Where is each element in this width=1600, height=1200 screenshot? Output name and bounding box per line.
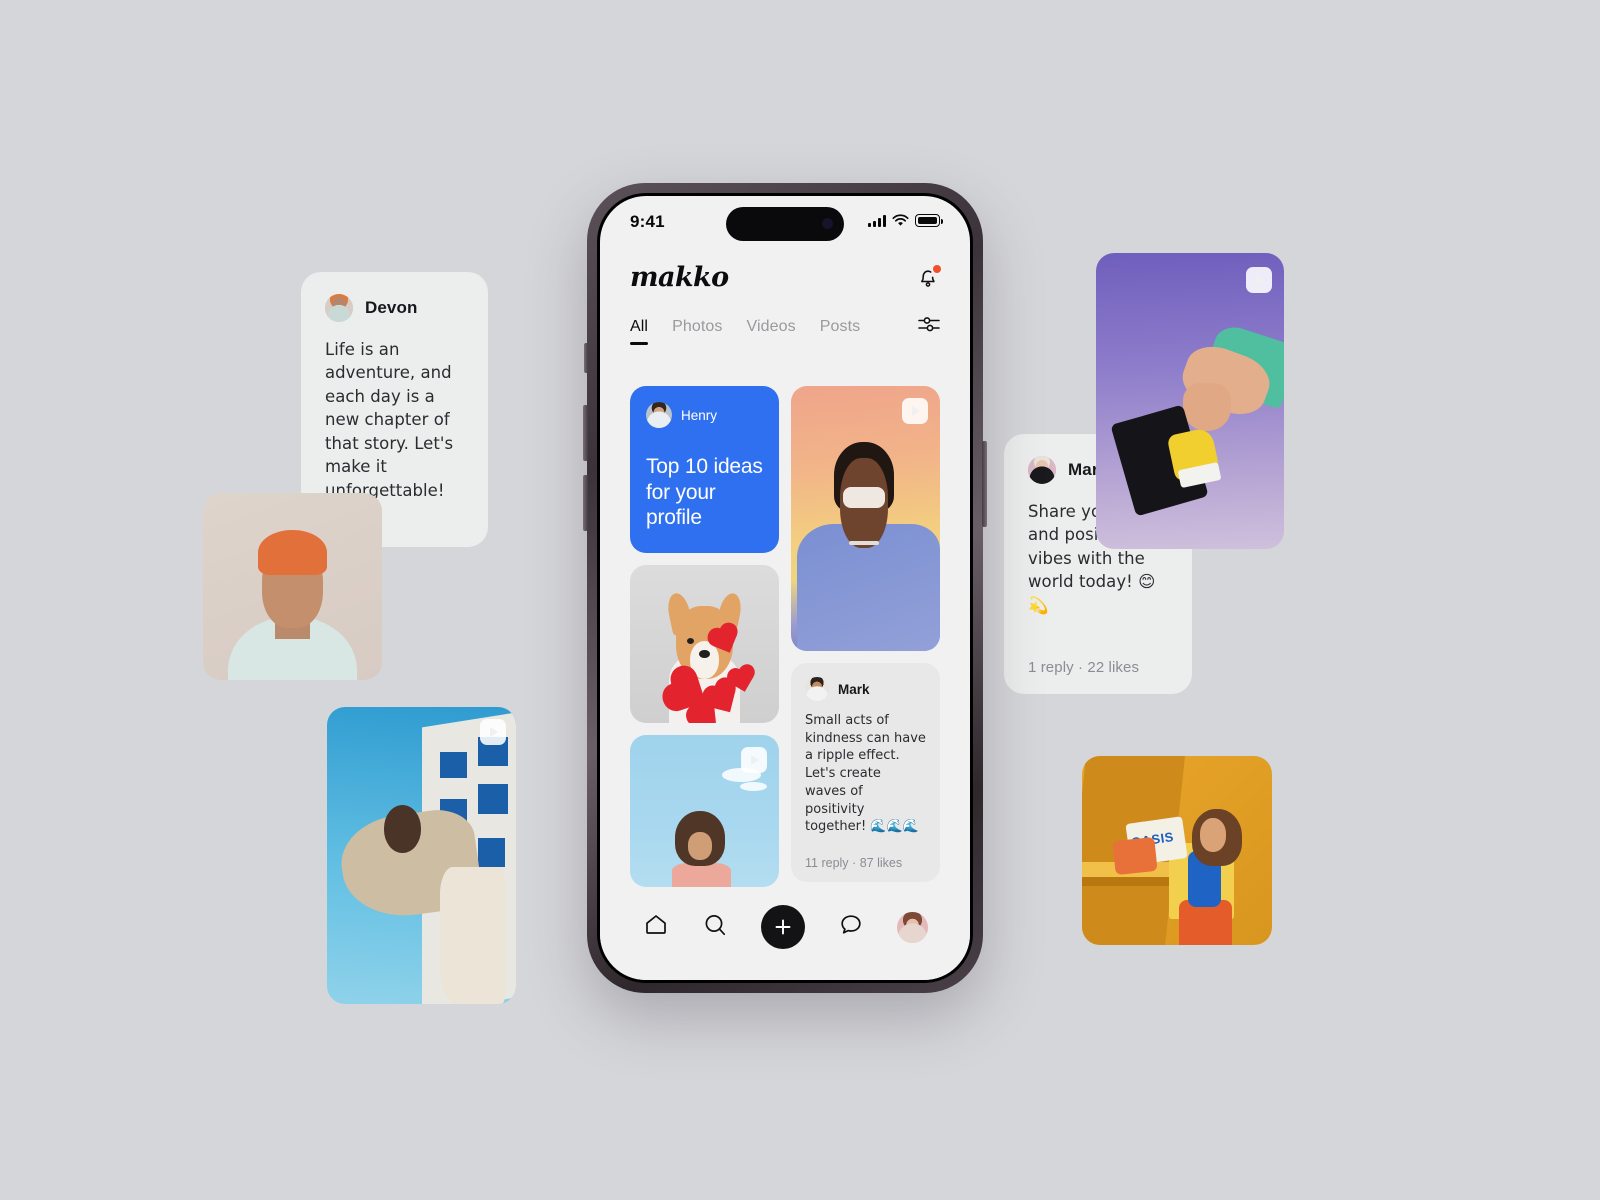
nav-home-button[interactable] xyxy=(643,912,669,942)
like-count: 22 likes xyxy=(1087,659,1140,677)
volume-up-button[interactable] xyxy=(583,405,588,461)
play-badge-icon xyxy=(1246,267,1272,293)
play-badge-icon xyxy=(741,747,767,773)
media-tile-orange-hair-portrait[interactable] xyxy=(203,493,382,680)
canvas: Devon Life is an adventure, and each day… xyxy=(0,0,1600,1200)
tab-bar: All Photos Videos Posts xyxy=(600,293,970,347)
tab-all[interactable]: All xyxy=(630,318,649,345)
mute-switch[interactable] xyxy=(584,343,588,373)
chat-bubble-icon xyxy=(840,915,861,934)
reply-count: 11 reply xyxy=(805,855,849,870)
promo-author-name: Henry xyxy=(681,407,718,423)
home-icon xyxy=(645,915,666,934)
avatar xyxy=(805,677,829,702)
avatar xyxy=(646,402,672,428)
wifi-icon xyxy=(892,214,909,226)
feed-comment-card-mark[interactable]: Mark Small acts of kindness can have a r… xyxy=(791,663,940,882)
sliders-filter-icon xyxy=(918,317,940,332)
nav-messages-button[interactable] xyxy=(838,912,864,942)
comment-text: Small acts of kindness can have a ripple… xyxy=(805,713,926,835)
meta-separator: · xyxy=(852,855,857,870)
nav-search-button[interactable] xyxy=(702,912,728,943)
media-tile-corgi-hearts[interactable] xyxy=(630,565,779,723)
status-bar: 9:41 xyxy=(600,196,970,250)
promo-card-top-10-ideas[interactable]: Henry Top 10 ideas for your profile xyxy=(630,386,779,553)
status-clock: 9:41 xyxy=(630,212,665,231)
card-meta: 1 reply · 22 likes xyxy=(1028,659,1168,676)
reply-count: 1 reply xyxy=(1028,659,1074,677)
tab-photos[interactable]: Photos xyxy=(672,318,722,345)
promo-title: Top 10 ideas for your profile xyxy=(646,455,763,530)
battery-icon xyxy=(915,214,943,227)
card-header: Devon xyxy=(325,294,464,322)
search-icon xyxy=(705,914,725,935)
avatar xyxy=(1028,456,1056,484)
media-tile-sky-building-video[interactable] xyxy=(327,707,516,1004)
bottom-navigation-bar xyxy=(600,888,970,980)
avatar xyxy=(325,294,353,322)
notifications-button[interactable] xyxy=(916,264,941,291)
media-tile-purple-hand-video[interactable] xyxy=(1096,253,1284,549)
plus-icon xyxy=(775,919,790,935)
play-badge-icon xyxy=(902,398,928,424)
volume-down-button[interactable] xyxy=(583,475,588,531)
tab-posts[interactable]: Posts xyxy=(820,318,861,345)
meta-separator: · xyxy=(1078,659,1084,677)
app-header: makko xyxy=(600,250,970,293)
author-name: Devon xyxy=(365,298,418,317)
media-tile-person-sunglasses-video[interactable] xyxy=(791,386,940,652)
play-badge-icon xyxy=(480,719,506,745)
like-count: 87 likes xyxy=(859,855,903,870)
author-name: Mark xyxy=(838,681,870,697)
phone-screen: 9:41 makko All Photos Videos Posts Henry… xyxy=(600,196,970,980)
nav-create-button[interactable] xyxy=(760,905,805,949)
tab-videos[interactable]: Videos xyxy=(747,318,796,345)
media-tile-sky-portrait-video[interactable] xyxy=(630,735,779,887)
nav-profile-avatar[interactable] xyxy=(896,911,928,943)
dynamic-island xyxy=(726,207,844,241)
phone-mockup: 9:41 makko All Photos Videos Posts Henry… xyxy=(583,183,987,993)
media-tile-oasis-photo[interactable]: OASIS xyxy=(1082,756,1272,945)
card-meta: 11 reply · 87 likes xyxy=(805,856,926,870)
filter-button[interactable] xyxy=(918,315,940,347)
front-camera-icon xyxy=(822,218,833,229)
notification-dot-badge xyxy=(933,264,941,273)
app-logo: makko xyxy=(630,262,729,293)
cellular-bars-icon xyxy=(868,214,886,227)
power-button[interactable] xyxy=(982,441,987,527)
